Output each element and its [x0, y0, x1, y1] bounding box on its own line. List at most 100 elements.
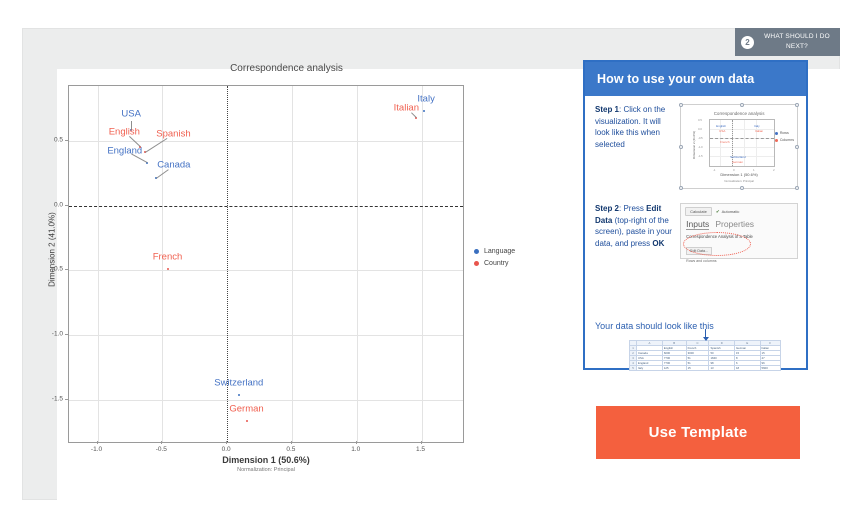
badge-label: WHAT SHOULD I DO NEXT? [764, 33, 830, 50]
selection-handle-icon[interactable] [679, 186, 684, 190]
mini-y-tick-label: 0.5 [698, 119, 702, 122]
step-2-block: Step 2: Press Edit Data (top-right of th… [595, 203, 798, 263]
y-tick-label: 0.0 [53, 201, 63, 209]
chart-title: Correspondence analysis [230, 63, 343, 74]
y-tick-mark [65, 139, 68, 141]
row-header: 5 [629, 365, 637, 371]
mini-x-tick-label: -1 [713, 169, 716, 172]
point-label: Switzerland [214, 377, 264, 389]
data-format-note: Your data should look like this [595, 321, 714, 331]
data-point[interactable] [166, 268, 169, 271]
how-to-title: How to use your own data [597, 72, 755, 86]
selection-handle-icon[interactable] [795, 186, 799, 190]
step-1-block: Step 1: Click on the visualization. It w… [595, 103, 799, 190]
x-tick-mark [355, 441, 357, 444]
what-next-badge[interactable]: 2 WHAT SHOULD I DO NEXT? [735, 28, 840, 56]
selection-handle-icon[interactable] [740, 186, 745, 190]
data-point[interactable] [423, 109, 426, 112]
use-template-button[interactable]: Use Template [596, 406, 800, 459]
selection-handle-icon[interactable] [795, 103, 799, 107]
x-tick-label: 0.5 [286, 446, 296, 453]
step-2-bold-ok: OK [652, 238, 665, 248]
edit-panel-tabs: Inputs Properties [681, 219, 797, 230]
gridline [69, 270, 463, 272]
automatic-label: Automatic [721, 209, 740, 214]
mini-point-label: French [720, 140, 730, 144]
legend-color-swatch [474, 249, 479, 254]
gridline [69, 140, 463, 142]
gridline [69, 335, 463, 337]
point-label: Spanish [156, 128, 191, 140]
mini-y-tick-label: 0.0 [698, 128, 702, 131]
chart-legend[interactable]: Language Country [474, 248, 515, 272]
mini-legend-item: Rows [774, 131, 794, 135]
selection-handle-icon[interactable] [679, 145, 684, 149]
mini-y-tick-label: -1.0 [698, 146, 703, 149]
point-label: Italy [417, 93, 435, 105]
x-tick-label: -1.0 [90, 446, 103, 453]
edit-data-panel-preview: Calculate ✔ Automatic Inputs Properties … [680, 203, 798, 263]
plot-area[interactable]: USA England Canada Italy Switzerland English S… [68, 85, 464, 443]
spreadsheet-table: ABCDEF 1 English French Spanish German Italia… [629, 340, 782, 371]
x-tick-mark [290, 441, 292, 444]
tab-inputs[interactable]: Inputs [686, 219, 710, 230]
table-cell: 13 [708, 365, 735, 371]
step-2-label: Step 2 [595, 204, 620, 213]
x-tick-mark [96, 441, 98, 444]
mini-point-label: Italian [755, 129, 764, 133]
point-label: English [108, 126, 140, 138]
legend-item[interactable]: Country [474, 260, 515, 267]
y-axis-label: Dimension 2 (41.0%) [47, 212, 57, 287]
app-root: 2 WHAT SHOULD I DO NEXT? Correspondence … [0, 0, 855, 525]
point-label: Canada [157, 159, 191, 171]
mini-x-axis-label: Dimension 1 (50.6%) [720, 172, 758, 177]
table-cell: 5600 [759, 365, 782, 371]
mini-legend-label: Rows [779, 131, 789, 135]
x-tick-label: -0.5 [155, 446, 167, 453]
mini-chart-title: Correspondence analysis [713, 111, 765, 116]
step-1-text: Step 1: Click on the visualization. It w… [595, 104, 674, 189]
gridline [356, 86, 358, 442]
x-tick-mark [226, 441, 228, 444]
gridline [97, 86, 99, 442]
check-icon: ✔ [715, 208, 720, 214]
legend-item[interactable]: Language [474, 248, 515, 255]
mini-visualization-preview: Correspondence analysis English USA Italy I… [679, 103, 799, 190]
selection-handle-icon[interactable] [679, 103, 684, 107]
edit-panel-toolbar: Calculate ✔ Automatic [681, 204, 797, 219]
automatic-checkbox[interactable]: ✔ Automatic [716, 209, 740, 215]
data-point[interactable] [245, 420, 248, 423]
mini-y-axis-label: Dimension 2 (41.0%) [692, 131, 697, 160]
step-2-body-a: : Press [619, 204, 647, 213]
zero-horizontal-line [69, 205, 463, 207]
gridline [291, 86, 293, 442]
table-row: 5 Italy 125 15 13 18 5600 [629, 365, 782, 371]
table-cell: 18 [734, 365, 761, 371]
x-tick-mark [161, 441, 163, 444]
x-axis-label: Dimension 1 (50.6%) [222, 455, 310, 465]
gridline [69, 400, 463, 402]
mini-legend-label: Columns [779, 138, 794, 142]
mini-y-tick-label: -0.5 [698, 137, 703, 140]
selection-handle-icon[interactable] [740, 103, 745, 107]
tab-properties[interactable]: Properties [715, 219, 754, 230]
correspondence-chart[interactable]: Correspondence analysis USA England Canada… [44, 55, 529, 480]
highlight-circle-annotation [683, 232, 752, 256]
mini-legend-swatch [774, 138, 778, 142]
calculate-button[interactable]: Calculate [685, 207, 712, 216]
y-tick-mark [65, 399, 68, 401]
y-tick-label: -0.5 [51, 265, 63, 273]
mini-x-tick-label: 1 [753, 169, 755, 172]
mini-gridline [710, 147, 775, 148]
mini-legend-item: Columns [774, 138, 794, 142]
y-tick-label: -1.5 [51, 395, 63, 403]
how-to-panel: How to use your own data Step 1: Click o… [583, 60, 808, 371]
how-to-header: How to use your own data [585, 62, 806, 96]
point-label: Italian [393, 102, 420, 114]
x-tick-label: 1.0 [351, 446, 361, 453]
data-point[interactable] [237, 394, 240, 397]
selection-handle-icon[interactable] [795, 145, 799, 149]
mini-chart-legend: Rows Columns [774, 131, 794, 145]
mini-gridline [744, 120, 746, 166]
edit-panel-sublabel: Rows and columns [686, 259, 717, 263]
